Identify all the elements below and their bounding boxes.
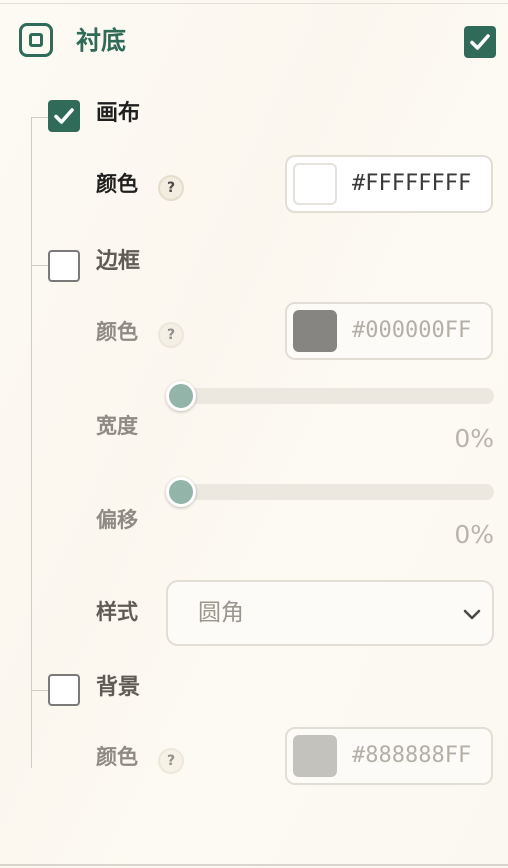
border-checkbox[interactable] [48, 250, 80, 282]
tree-branch [31, 117, 48, 118]
chevron-down-icon [463, 609, 481, 620]
color-hex-value: #FFFFFFFF [352, 171, 472, 196]
border-offset-slider-thumb[interactable] [166, 477, 196, 507]
tree-line [31, 118, 32, 768]
background-label: 背景 [96, 675, 141, 700]
border-width-label: 宽度 [96, 414, 138, 438]
color-swatch [293, 735, 337, 777]
tree-branch [31, 265, 48, 266]
checkmark-icon [54, 108, 74, 124]
section-title: 衬底 [76, 26, 127, 55]
border-offset-value: 0% [454, 520, 494, 549]
border-color-picker[interactable]: #000000FF [285, 302, 493, 360]
canvas-checkbox[interactable] [48, 100, 80, 132]
checkmark-icon [470, 34, 490, 50]
color-hex-value: #000000FF [352, 318, 472, 343]
border-style-select[interactable]: 圆角 [166, 580, 494, 646]
border-label: 边框 [96, 249, 141, 274]
border-style-label: 样式 [96, 600, 138, 624]
top-divider [0, 3, 508, 4]
background-color-picker[interactable]: #888888FF [285, 727, 493, 785]
substrate-icon [19, 23, 53, 57]
border-width-slider-track[interactable] [181, 388, 494, 404]
color-hex-value: #888888FF [352, 743, 472, 768]
border-width-value: 0% [454, 424, 494, 453]
border-offset-label: 偏移 [96, 508, 138, 532]
tree-branch [31, 690, 48, 691]
border-color-label: 颜色 [96, 320, 138, 344]
border-style-value: 圆角 [198, 600, 244, 626]
border-offset-slider-track[interactable] [181, 484, 494, 500]
canvas-color-picker[interactable]: #FFFFFFFF [285, 155, 493, 213]
substrate-enabled-checkbox[interactable] [464, 26, 496, 58]
background-color-label: 颜色 [96, 745, 138, 769]
bottom-divider [0, 864, 508, 866]
canvas-label: 画布 [96, 101, 141, 126]
color-swatch [293, 310, 337, 352]
border-width-slider-thumb[interactable] [166, 381, 196, 411]
color-swatch [293, 163, 337, 205]
help-icon[interactable]: ? [158, 748, 184, 774]
help-icon[interactable]: ? [158, 322, 184, 348]
canvas-color-label: 颜色 [96, 172, 138, 196]
background-checkbox[interactable] [48, 674, 80, 706]
help-icon[interactable]: ? [158, 175, 184, 201]
